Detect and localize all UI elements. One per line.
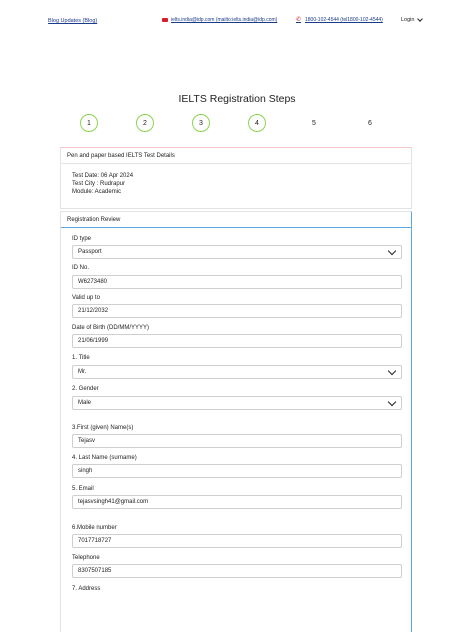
email-link[interactable]: ielts.india@idp.com (mailto:ielts.india@… [162,17,277,23]
dob-label: Date of Birth (DD/MM/YYYY) [72,325,150,331]
valid-up-to-input[interactable]: 21/12/2032 [72,304,402,318]
top-bar: Blog Updates (Blog) ielts.india@idp.com … [0,0,474,42]
test-details-card: Pen and paper based IELTS Test Details T… [60,147,412,209]
first-name-input[interactable]: Tejasv [72,434,402,448]
email-input[interactable]: tejasvsingh41@gmail.com [72,495,402,509]
id-type-select[interactable]: Passport [72,245,402,259]
registration-review-header: Registration Review [61,212,411,228]
step-4[interactable]: 4 [248,114,266,132]
last-name-label: 4. Last Name (surname) [72,455,137,461]
test-details-body: Test Date: 06 Apr 2024 Test City : Rudra… [61,164,411,196]
registration-steps: 1 2 3 4 5 6 [0,114,474,132]
test-city: Test City : Rudrapur [72,181,126,187]
title-select[interactable]: Mr. [72,365,402,379]
step-3[interactable]: 3 [192,114,210,132]
phone-link[interactable]: ✆ 1800-102-4544 (tel1800-102-4544) [296,17,383,23]
first-name-label: 3.First (given) Name(s) [72,425,134,431]
phone-icon: ✆ [296,17,302,23]
step-2[interactable]: 2 [136,114,154,132]
title-value: Mr. [78,369,87,375]
title-label: 1. Title [72,355,90,361]
chevron-down-icon [387,366,397,376]
telephone-input[interactable]: 8307507185 [72,564,402,578]
phone-link-text: 1800-102-4544 (tel1800-102-4544) [305,17,383,23]
step-5: 5 [312,119,316,127]
id-no-label: ID No. [72,265,90,271]
chevron-down-icon [387,397,397,407]
chevron-down-icon [387,246,397,256]
test-date: Test Date: 06 Apr 2024 [72,173,134,179]
id-no-input[interactable]: W6273480 [72,275,402,289]
address-label: 7. Address [72,586,101,592]
valid-up-to-label: Valid up to [72,295,100,301]
id-type-value: Passport [78,249,102,255]
last-name-input[interactable]: singh [72,464,402,478]
id-type-label: ID type [72,236,92,242]
step-1[interactable]: 1 [80,114,98,132]
blog-updates-link[interactable]: Blog Updates (Blog) [48,18,97,24]
gender-value: Male [78,400,92,406]
email-label: 5. Email [72,486,94,492]
email-link-text: ielts.india@idp.com (mailto:ielts.india@… [171,17,278,23]
registration-review-card: Registration Review ID type Passport ID … [60,211,412,632]
login-menu[interactable]: Login [401,16,424,23]
gender-select[interactable]: Male [72,396,402,410]
mobile-input[interactable]: 7017718727 [72,534,402,548]
mail-icon [162,17,168,23]
mobile-label: 6.Mobile number [72,525,117,531]
gender-label: 2. Gender [72,386,99,392]
chevron-down-icon [417,16,424,22]
dob-input[interactable]: 21/06/1999 [72,334,402,348]
step-6: 6 [368,119,372,127]
test-details-header: Pen and paper based IELTS Test Details [61,148,411,164]
login-label: Login [401,17,415,23]
telephone-label: Telephone [72,555,100,561]
test-module: Module: Academic [72,189,122,195]
page-title: IELTS Registration Steps [178,93,296,105]
